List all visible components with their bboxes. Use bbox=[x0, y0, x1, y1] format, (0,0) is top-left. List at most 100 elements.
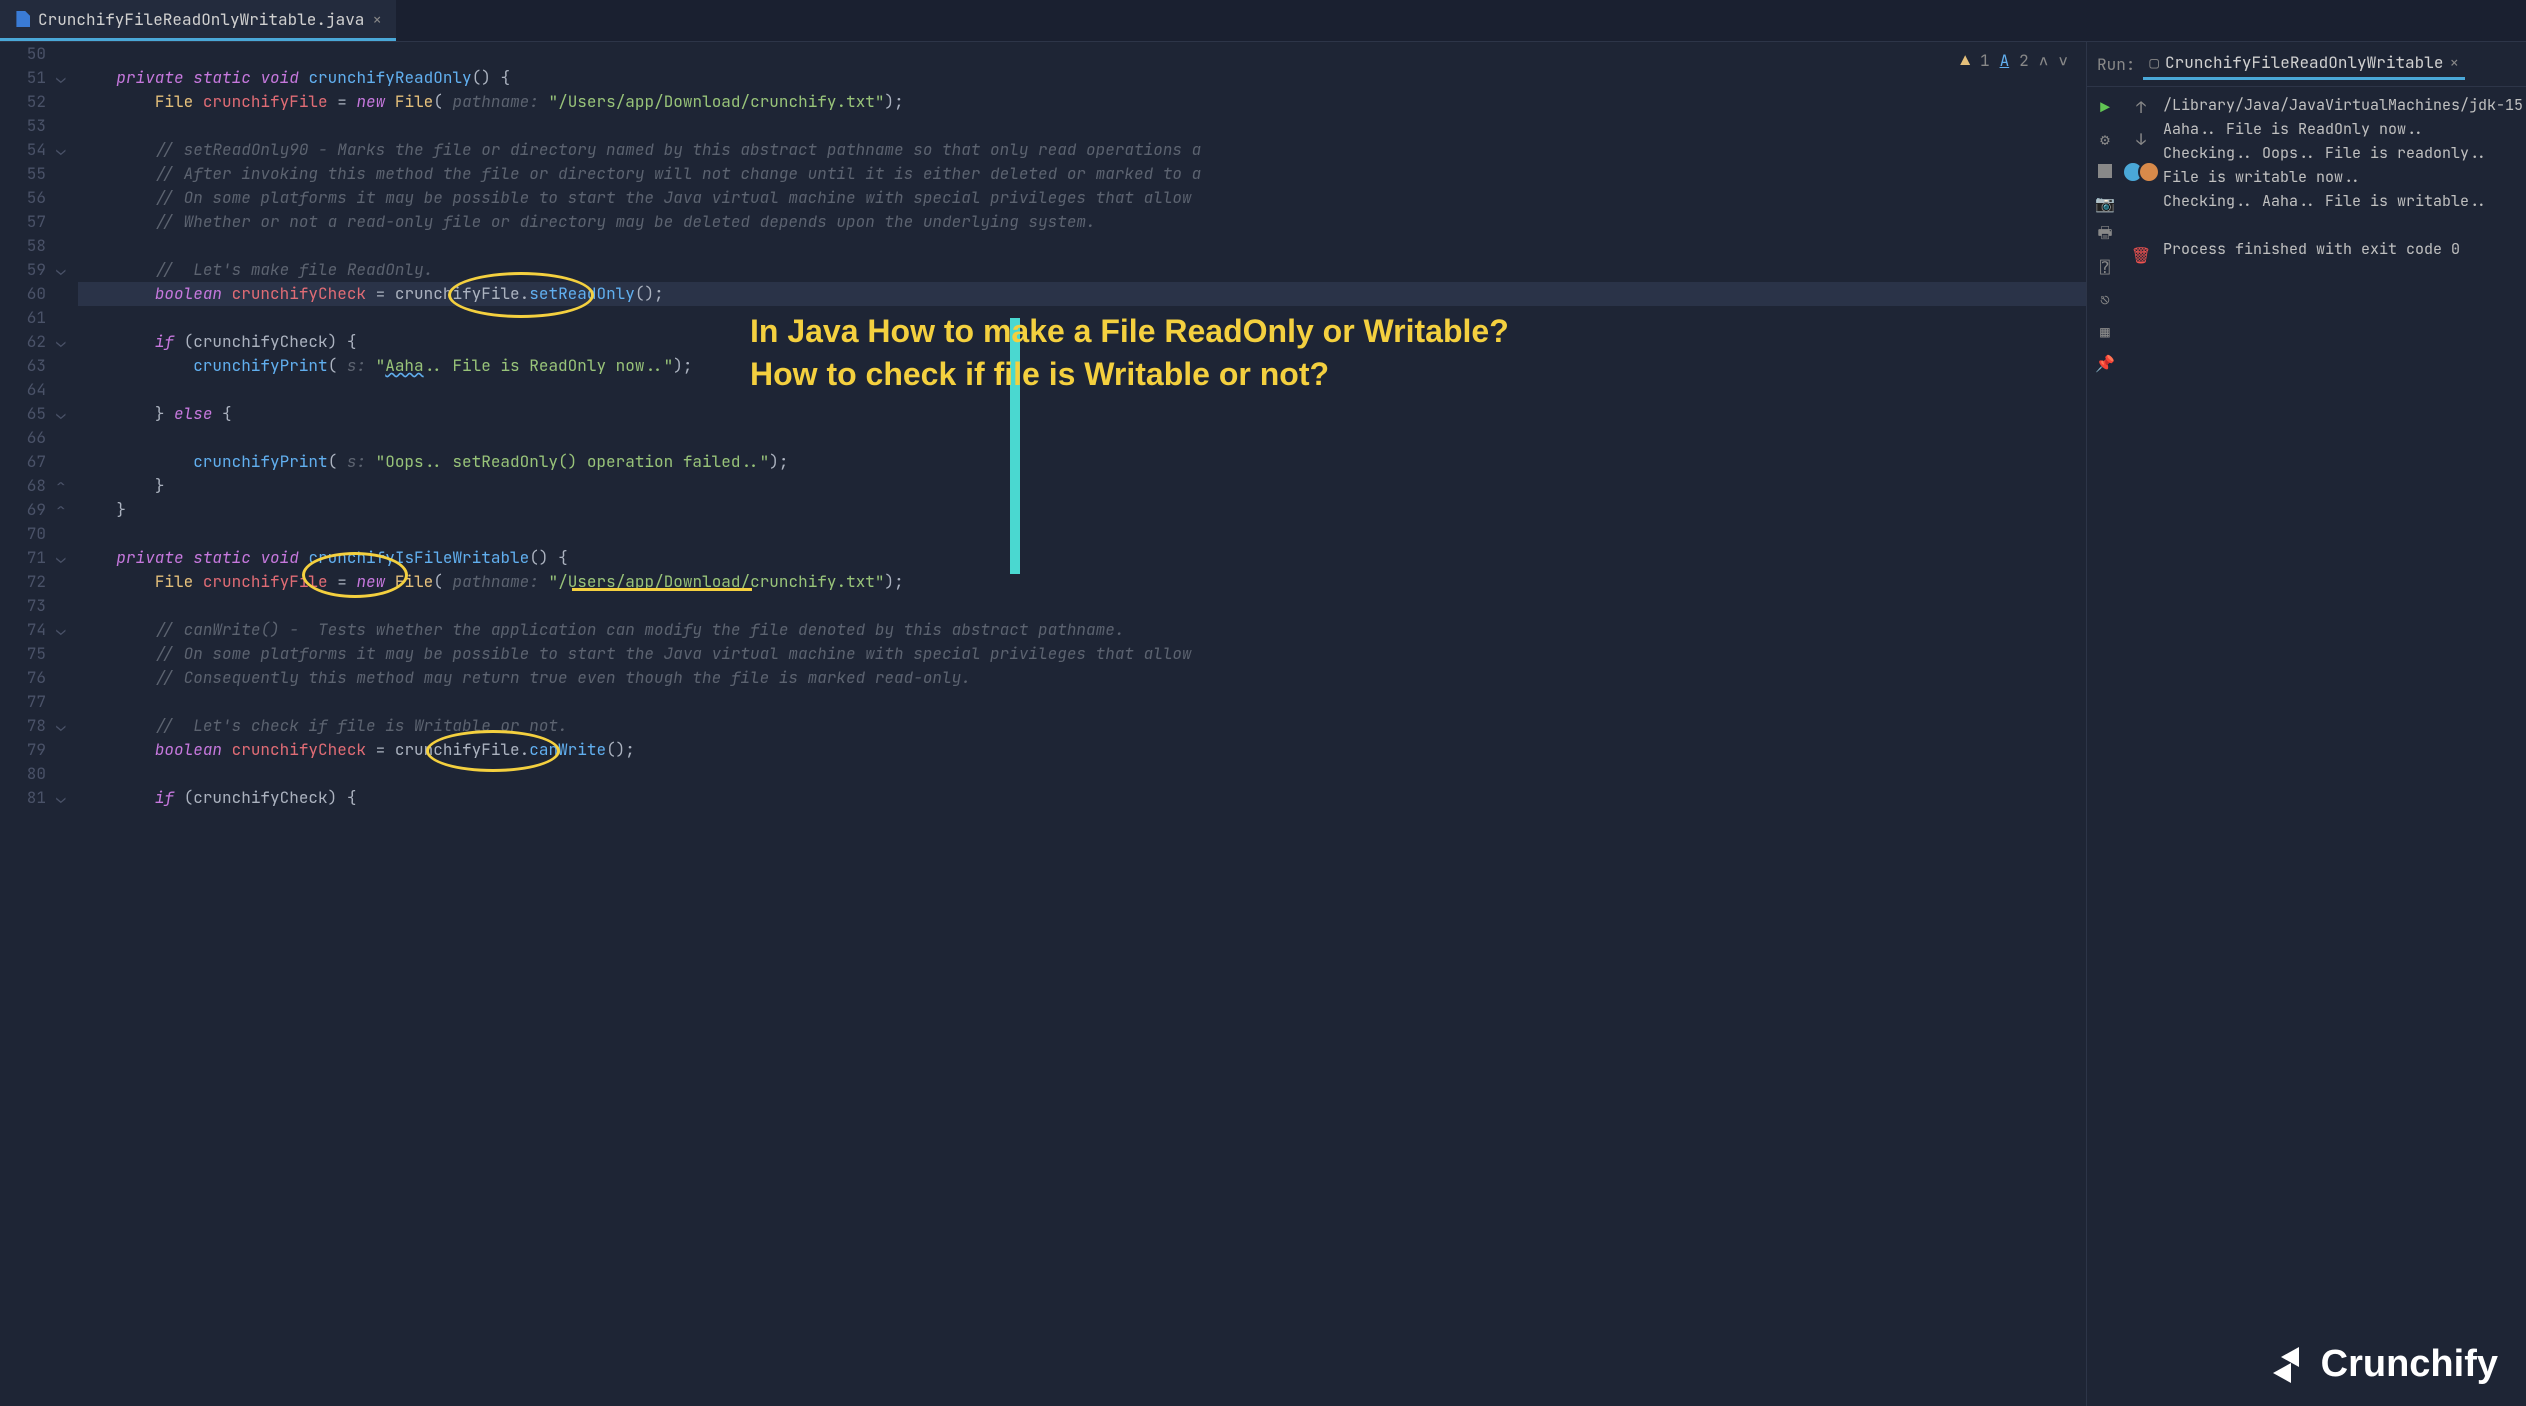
fold-marker[interactable]: ⌃ bbox=[56, 498, 78, 522]
code-line: private static void crunchifyIsFileWrita… bbox=[78, 546, 2086, 570]
code-line: } bbox=[78, 498, 2086, 522]
exit-icon[interactable]: ⎋ bbox=[2095, 289, 2115, 309]
fold-marker[interactable] bbox=[56, 642, 78, 666]
line-number: 77 bbox=[0, 690, 46, 714]
fold-marker[interactable] bbox=[56, 42, 78, 66]
line-number: 63 bbox=[0, 354, 46, 378]
avatar-stack bbox=[2122, 161, 2160, 183]
code-line bbox=[78, 42, 2086, 66]
fold-marker[interactable]: ⌃ bbox=[56, 474, 78, 498]
overlay-title: In Java How to make a File ReadOnly or W… bbox=[750, 310, 1509, 396]
console-line: Checking.. Oops.. File is readonly.. bbox=[2163, 141, 2522, 165]
code-line: boolean crunchifyCheck = crunchifyFile.c… bbox=[78, 738, 2086, 762]
pin-icon[interactable]: 📌 bbox=[2095, 353, 2115, 373]
code-line: // On some platforms it may be possible … bbox=[78, 186, 2086, 210]
java-file-icon bbox=[14, 11, 30, 27]
fold-marker[interactable] bbox=[56, 282, 78, 306]
line-number: 57 bbox=[0, 210, 46, 234]
line-number: 76 bbox=[0, 666, 46, 690]
up-arrow-icon[interactable]: ↑ bbox=[2131, 97, 2151, 117]
line-number: 64 bbox=[0, 378, 46, 402]
camera-icon[interactable]: 📷 bbox=[2095, 193, 2115, 213]
fold-marker[interactable] bbox=[56, 690, 78, 714]
fold-marker[interactable] bbox=[56, 114, 78, 138]
fold-marker[interactable] bbox=[56, 306, 78, 330]
stop-icon[interactable] bbox=[2095, 161, 2115, 181]
line-number: 51 bbox=[0, 66, 46, 90]
line-number: 67 bbox=[0, 450, 46, 474]
line-number: 71 bbox=[0, 546, 46, 570]
printer-icon[interactable]: 🖶 bbox=[2095, 225, 2115, 245]
code-line: } bbox=[78, 474, 2086, 498]
code-line: // canWrite() - Tests whether the applic… bbox=[78, 618, 2086, 642]
close-icon[interactable]: × bbox=[2449, 52, 2459, 73]
fold-marker[interactable] bbox=[56, 594, 78, 618]
line-number: 70 bbox=[0, 522, 46, 546]
line-number: 54 bbox=[0, 138, 46, 162]
typo-count: 2 bbox=[2019, 50, 2029, 71]
code-line: private static void crunchifyReadOnly() … bbox=[78, 66, 2086, 90]
fold-marker[interactable]: ⌄ bbox=[56, 258, 78, 282]
android-icon[interactable]: ⍰ bbox=[2095, 257, 2115, 277]
run-label: Run: bbox=[2097, 54, 2135, 75]
fold-marker[interactable] bbox=[56, 90, 78, 114]
line-number: 65 bbox=[0, 402, 46, 426]
avatar-icon bbox=[2138, 161, 2160, 183]
fold-marker[interactable] bbox=[56, 378, 78, 402]
fold-marker[interactable]: ⌄ bbox=[56, 330, 78, 354]
line-number: 52 bbox=[0, 90, 46, 114]
fold-marker[interactable] bbox=[56, 186, 78, 210]
line-number: 81 bbox=[0, 786, 46, 810]
down-arrow-icon[interactable]: ↓ bbox=[2131, 129, 2151, 149]
line-number: 50 bbox=[0, 42, 46, 66]
overlay-line1: In Java How to make a File ReadOnly or W… bbox=[750, 310, 1509, 353]
code-line: // setReadOnly90 - Marks the file or dir… bbox=[78, 138, 2086, 162]
gear-icon[interactable]: ⚙ bbox=[2095, 129, 2115, 149]
fold-marker[interactable] bbox=[56, 762, 78, 786]
line-number: 53 bbox=[0, 114, 46, 138]
prev-highlight-icon[interactable]: ∧ bbox=[2039, 50, 2049, 71]
fold-marker[interactable] bbox=[56, 210, 78, 234]
console-output[interactable]: /Library/Java/JavaVirtualMachines/jdk-15… bbox=[2159, 87, 2526, 1406]
fold-marker[interactable] bbox=[56, 234, 78, 258]
line-number: 73 bbox=[0, 594, 46, 618]
layout-icon[interactable]: ▦ bbox=[2095, 321, 2115, 341]
editor-tab[interactable]: CrunchifyFileReadOnlyWritable.java × bbox=[0, 0, 396, 41]
fold-marker[interactable] bbox=[56, 522, 78, 546]
line-number: 62 bbox=[0, 330, 46, 354]
line-number: 66 bbox=[0, 426, 46, 450]
fold-marker[interactable] bbox=[56, 570, 78, 594]
fold-marker[interactable]: ⌄ bbox=[56, 66, 78, 90]
fold-marker[interactable]: ⌄ bbox=[56, 714, 78, 738]
run-config-tab[interactable]: ▢ CrunchifyFileReadOnlyWritable × bbox=[2143, 48, 2465, 80]
fold-gutter: ⌄ ⌄ ⌄ ⌄ ⌄ ⌃⌃ ⌄ ⌄ ⌄ ⌄ bbox=[56, 42, 78, 1406]
fold-marker[interactable] bbox=[56, 666, 78, 690]
code-line bbox=[78, 690, 2086, 714]
rerun-icon[interactable]: ▶ bbox=[2095, 97, 2115, 117]
fold-marker[interactable] bbox=[56, 450, 78, 474]
fold-marker[interactable]: ⌄ bbox=[56, 546, 78, 570]
fold-marker[interactable] bbox=[56, 738, 78, 762]
line-number: 61 bbox=[0, 306, 46, 330]
fold-marker[interactable]: ⌄ bbox=[56, 786, 78, 810]
fold-marker[interactable] bbox=[56, 426, 78, 450]
code-line bbox=[78, 234, 2086, 258]
fold-marker[interactable] bbox=[56, 354, 78, 378]
fold-marker[interactable]: ⌄ bbox=[56, 618, 78, 642]
fold-marker[interactable]: ⌄ bbox=[56, 402, 78, 426]
fold-marker[interactable]: ⌄ bbox=[56, 138, 78, 162]
line-number: 69 bbox=[0, 498, 46, 522]
code-area[interactable]: private static void crunchifyReadOnly() … bbox=[78, 42, 2086, 1406]
overlay-line2: How to check if file is Writable or not? bbox=[750, 353, 1509, 396]
run-toolbar-left: ▶ ⚙ 📷 🖶 ⍰ ⎋ ▦ 📌 bbox=[2087, 87, 2123, 1406]
fold-marker[interactable] bbox=[56, 162, 78, 186]
console-line: /Library/Java/JavaVirtualMachines/jdk-15… bbox=[2163, 93, 2522, 117]
code-line: // After invoking this method the file o… bbox=[78, 162, 2086, 186]
tab-filename: CrunchifyFileReadOnlyWritable.java bbox=[38, 9, 364, 30]
trash-icon[interactable]: 🗑 bbox=[2131, 245, 2151, 265]
line-number: 56 bbox=[0, 186, 46, 210]
inspection-widget[interactable]: ▲1 A2 ∧ ∨ bbox=[1960, 50, 2068, 71]
logo-text: Crunchify bbox=[2321, 1343, 2498, 1386]
next-highlight-icon[interactable]: ∨ bbox=[2058, 50, 2068, 71]
close-icon[interactable]: × bbox=[372, 9, 382, 30]
